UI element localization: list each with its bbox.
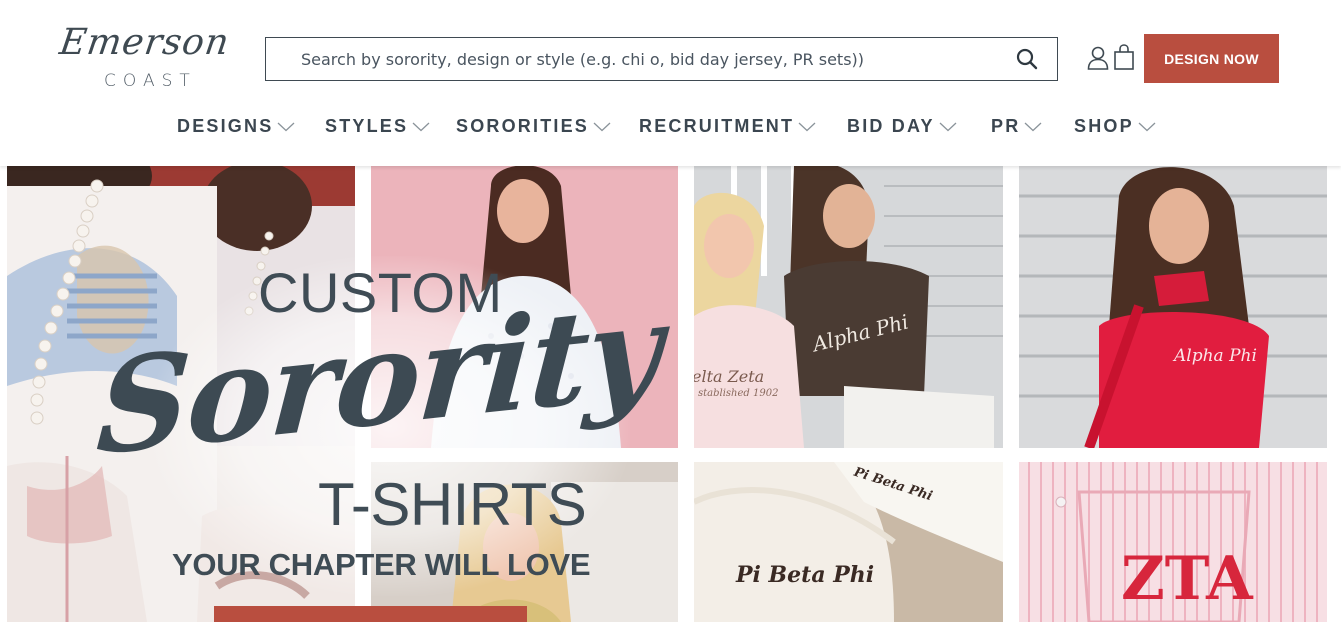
chevron-down-icon: [1138, 122, 1156, 131]
pi-beta-phi-print-a: Pi Beta Phi: [735, 562, 874, 588]
nav-item-bid-day[interactable]: BID DAY: [847, 116, 957, 137]
hero-photo-red-top: Alpha Phi: [1019, 166, 1327, 448]
chevron-down-icon: [412, 122, 430, 131]
nav-item-sororities[interactable]: SORORITIES: [456, 116, 611, 137]
brand-logo[interactable]: Emerson COAST: [57, 22, 238, 96]
search-input[interactable]: [266, 38, 997, 80]
logo-script-text: Emerson: [57, 22, 233, 63]
hero-photo-striped-shirt: ZTA: [1019, 462, 1327, 622]
search-bar: [265, 37, 1058, 81]
chevron-down-icon: [939, 122, 957, 131]
nav-label: BID DAY: [847, 116, 935, 136]
nav-label: PR: [991, 116, 1021, 136]
hero-photo-porch: Alpha Phi elta Zeta stablished 1902: [694, 166, 1003, 448]
nav-label: SHOP: [1074, 116, 1134, 136]
nav-item-recruitment[interactable]: RECRUITMENT: [639, 116, 816, 137]
search-button[interactable]: [997, 38, 1057, 80]
hero-banner[interactable]: Alpha Phi elta Zeta stablished 1902 Alph…: [0, 166, 1341, 622]
chevron-down-icon: [798, 122, 816, 131]
nav-label: SORORITIES: [456, 116, 590, 136]
hero-cta-button[interactable]: [214, 606, 527, 622]
main-nav: DESIGNS STYLES SORORITIES RECRUITMENT BI…: [0, 116, 1341, 146]
red-top-print: Alpha Phi: [1172, 346, 1257, 366]
design-now-button[interactable]: DESIGN NOW: [1144, 34, 1279, 83]
headline-glow: [150, 256, 630, 596]
shopping-bag-icon[interactable]: [1113, 44, 1135, 70]
nav-label: STYLES: [325, 116, 409, 136]
search-icon: [1016, 48, 1038, 70]
chevron-down-icon: [593, 122, 611, 131]
nav-label: DESIGNS: [177, 116, 274, 136]
nav-item-shop[interactable]: SHOP: [1074, 116, 1156, 137]
logo-sub-text: COAST: [104, 71, 197, 91]
hero-photo-white-tops: Pi Beta Phi Pi Beta Phi: [694, 462, 1003, 622]
chevron-down-icon: [277, 122, 295, 131]
nav-item-styles[interactable]: STYLES: [325, 116, 430, 137]
user-icon[interactable]: [1087, 46, 1109, 70]
delta-zeta-sub-print: stablished 1902: [698, 388, 778, 399]
delta-zeta-print: elta Zeta: [694, 367, 764, 386]
nav-item-pr[interactable]: PR: [991, 116, 1042, 137]
nav-label: RECRUITMENT: [639, 116, 795, 136]
zta-letters: ZTA: [1121, 544, 1254, 614]
chevron-down-icon: [1024, 122, 1042, 131]
site-header: Emerson COAST DESIGN NOW DESIGNS STYLES …: [0, 0, 1341, 166]
nav-item-designs[interactable]: DESIGNS: [177, 116, 295, 137]
